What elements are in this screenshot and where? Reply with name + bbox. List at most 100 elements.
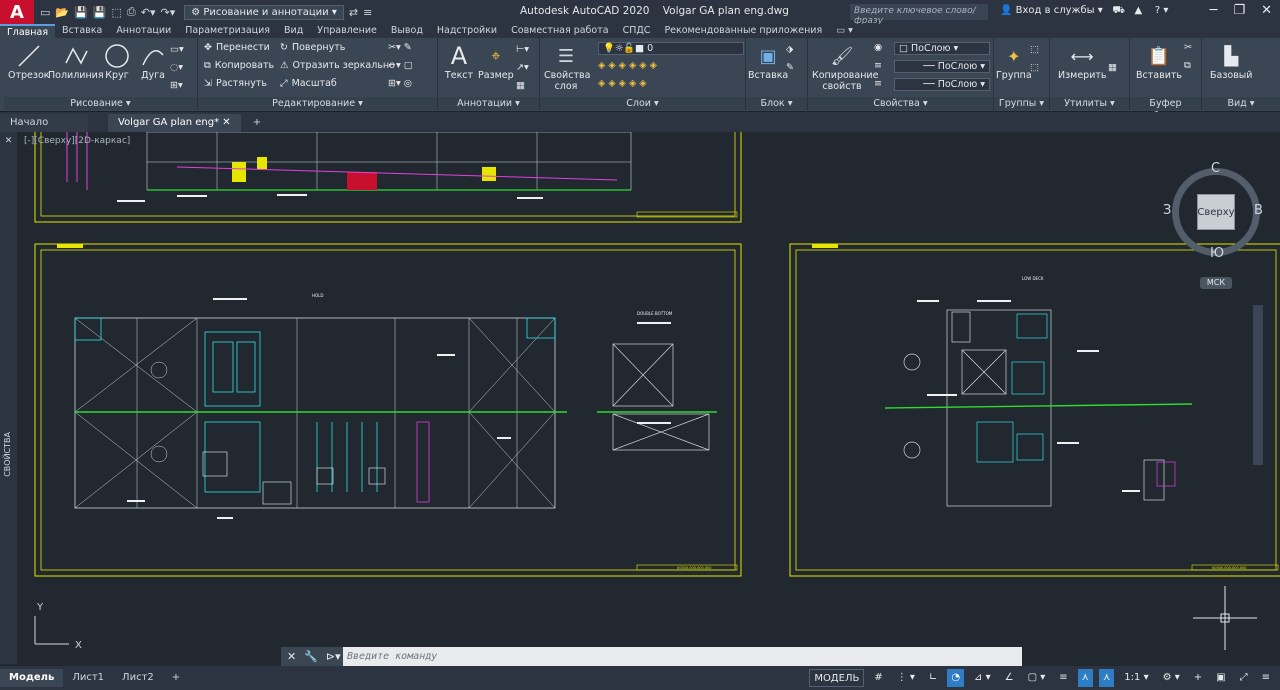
- close-tab-icon[interactable]: ✕: [222, 117, 230, 128]
- viewport-controls-label[interactable]: [-][Сверху][2D-каркас]: [24, 136, 130, 146]
- ribbon-tab-3[interactable]: Параметризация: [178, 24, 277, 38]
- panel-properties-title[interactable]: Свойства ▾: [808, 97, 993, 110]
- palette-close-icon[interactable]: ✕: [0, 136, 17, 146]
- osnap-icon[interactable]: ▢ ▾: [1024, 669, 1050, 687]
- modify-array-icon[interactable]: ⊞▾ ◎: [388, 78, 412, 89]
- share-icon[interactable]: ⇄: [349, 6, 358, 19]
- layer-select[interactable]: 💡☼🔓■ 0: [598, 42, 744, 55]
- paste-button[interactable]: 📋 Вставить: [1136, 42, 1182, 82]
- tab-drawing[interactable]: Volgar GA plan eng* ✕: [108, 114, 241, 132]
- layout-tab-sheet1[interactable]: Лист1: [63, 669, 113, 687]
- new-icon[interactable]: ▭: [40, 6, 50, 19]
- insert-button[interactable]: ▣ Вставка: [748, 42, 788, 82]
- layout-tab-sheet2[interactable]: Лист2: [113, 669, 163, 687]
- print-icon[interactable]: ⎙: [127, 5, 136, 19]
- add-layout-button[interactable]: +: [163, 669, 189, 687]
- workspace-switch-icon[interactable]: ⚙ ▾: [1159, 669, 1184, 687]
- isodraft-icon[interactable]: ⊿ ▾: [970, 669, 995, 687]
- app-menu-button[interactable]: A: [0, 0, 34, 24]
- create-block-icon[interactable]: ⬗: [786, 44, 793, 55]
- base-view-button[interactable]: ▙ Базовый: [1210, 42, 1252, 82]
- linetype-select[interactable]: ── ПоСлою ▾: [894, 60, 990, 73]
- compass-north[interactable]: С: [1211, 161, 1220, 176]
- match-properties-button[interactable]: 🖌 Копирование свойств: [812, 42, 878, 93]
- drawing-canvas[interactable]: HOLD DOUBLE BOTTOM 00500.000.000.000 LOW…: [17, 132, 1280, 664]
- layout-tab-model[interactable]: Модель: [0, 669, 64, 687]
- panel-utilities-title[interactable]: Утилиты ▾: [1050, 97, 1129, 110]
- calculator-icon[interactable]: ▦: [1108, 62, 1117, 73]
- panel-annotation-title[interactable]: Аннотации ▾: [438, 97, 539, 110]
- ribbon-tab-8[interactable]: Совместная работа: [504, 24, 615, 38]
- minimize-icon[interactable]: ─: [1210, 3, 1218, 18]
- arc-button[interactable]: Дуга: [138, 42, 168, 81]
- color-select[interactable]: □ ПоСлою ▾: [894, 42, 990, 55]
- compass-south[interactable]: Ю: [1210, 246, 1224, 261]
- table-icon[interactable]: ▦: [516, 80, 525, 91]
- mirror-button[interactable]: ⚠ Отразить зеркально: [280, 60, 395, 71]
- ribbon-tab-5[interactable]: Управление: [310, 24, 384, 38]
- snap-icon[interactable]: ⋮ ▾: [893, 669, 919, 687]
- search-input[interactable]: Введите ключевое слово/фразу: [850, 4, 988, 26]
- ucs-menu-button[interactable]: МСК: [1200, 277, 1232, 289]
- restore-icon[interactable]: ❐: [1233, 3, 1245, 18]
- text-button[interactable]: A Текст: [444, 42, 474, 81]
- command-history-icon[interactable]: ⊳▾: [326, 650, 341, 663]
- save-icon[interactable]: 💾: [74, 6, 88, 19]
- osnap-tracking-icon[interactable]: ∠: [1001, 669, 1018, 687]
- model-space-button[interactable]: МОДЕЛЬ: [809, 669, 865, 687]
- compass-east[interactable]: В: [1254, 203, 1263, 218]
- viewcube[interactable]: Сверху С Ю З В: [1163, 161, 1263, 261]
- annotation-scale-select[interactable]: 1:1 ▾: [1120, 669, 1152, 687]
- move-button[interactable]: ✥ Перенести: [204, 42, 270, 53]
- annotation-visibility-icon[interactable]: ⋏: [1077, 669, 1093, 687]
- customize-icon[interactable]: ≡: [363, 6, 372, 19]
- cut-icon[interactable]: ✂: [1184, 42, 1192, 53]
- viewcube-top-face[interactable]: Сверху: [1197, 194, 1235, 230]
- trim-icon[interactable]: ✂▾ ✎: [388, 42, 412, 53]
- customization-icon[interactable]: ≡: [1258, 669, 1274, 687]
- color-wheel-icon[interactable]: ◉: [874, 42, 882, 53]
- ortho-icon[interactable]: ∟: [925, 669, 941, 687]
- ribbon-tab-6[interactable]: Вывод: [384, 24, 430, 38]
- linear-dim-icon[interactable]: ⊢▾: [516, 44, 529, 55]
- command-input[interactable]: Введите команду: [347, 651, 437, 662]
- polar-icon[interactable]: ◔: [947, 669, 965, 687]
- ribbon-tab-10[interactable]: Рекомендованные приложения: [657, 24, 829, 38]
- layer-tools-row1[interactable]: ◈ ◈ ◈ ◈ ◈ ◈: [598, 60, 657, 71]
- ungroup-icon[interactable]: ⬚: [1030, 44, 1039, 55]
- saveas-icon[interactable]: 💾: [93, 6, 107, 19]
- array-icon[interactable]: ⊞▾: [170, 80, 183, 91]
- hatch-icon[interactable]: ◌▾: [170, 62, 183, 73]
- panel-block-title[interactable]: Блок ▾: [746, 97, 807, 110]
- annotation-monitor-icon[interactable]: +: [1190, 669, 1206, 687]
- undo-icon[interactable]: ↶▾: [141, 6, 156, 19]
- ribbon-tab-7[interactable]: Надстройки: [430, 24, 504, 38]
- rectangle-icon[interactable]: ▭▾: [170, 44, 184, 55]
- fillet-icon[interactable]: ⌐▾ ▢: [388, 60, 413, 71]
- tab-start[interactable]: Начало: [0, 114, 88, 132]
- layer-properties-button[interactable]: ☰ Свойства слоя: [544, 42, 590, 93]
- rotate-button[interactable]: ↻ Повернуть: [280, 42, 345, 53]
- panel-view-title[interactable]: Вид ▾: [1202, 97, 1280, 110]
- edit-block-icon[interactable]: ✎: [786, 62, 794, 73]
- copy-clip-icon[interactable]: ⧉: [1184, 60, 1191, 71]
- stretch-button[interactable]: ⇲ Растянуть: [204, 78, 267, 89]
- line-button[interactable]: Отрезок: [8, 42, 50, 81]
- ribbon-tab-9[interactable]: СПДС: [616, 24, 658, 38]
- lineweight-select[interactable]: ── ПоСлою ▾: [894, 78, 990, 91]
- signin-button[interactable]: 👤 Вход в службы ▾ ⛟ ▲ ? ▾: [1000, 5, 1168, 18]
- linetype-icon[interactable]: ≡: [874, 60, 882, 71]
- copy-button[interactable]: ⧉ Копировать: [204, 60, 274, 71]
- panel-layers-title[interactable]: Слои ▾: [540, 97, 745, 110]
- ribbon-tab-2[interactable]: Аннотации: [109, 24, 178, 38]
- grid-icon[interactable]: #: [870, 669, 886, 687]
- circle-button[interactable]: Круг: [102, 42, 132, 81]
- web-icon[interactable]: ⬚: [112, 6, 122, 19]
- ribbon-tab-4[interactable]: Вид: [277, 24, 310, 38]
- close-icon[interactable]: ✕: [1261, 3, 1272, 18]
- scale-button[interactable]: ⤢ Масштаб: [280, 78, 337, 89]
- polyline-button[interactable]: Полилиния: [48, 42, 104, 81]
- leader-icon[interactable]: ↗▾: [516, 62, 529, 73]
- lineweight-toggle-icon[interactable]: ≡: [1055, 669, 1071, 687]
- layer-tools-row2[interactable]: ◈ ◈ ◈ ◈ ◈: [598, 78, 647, 89]
